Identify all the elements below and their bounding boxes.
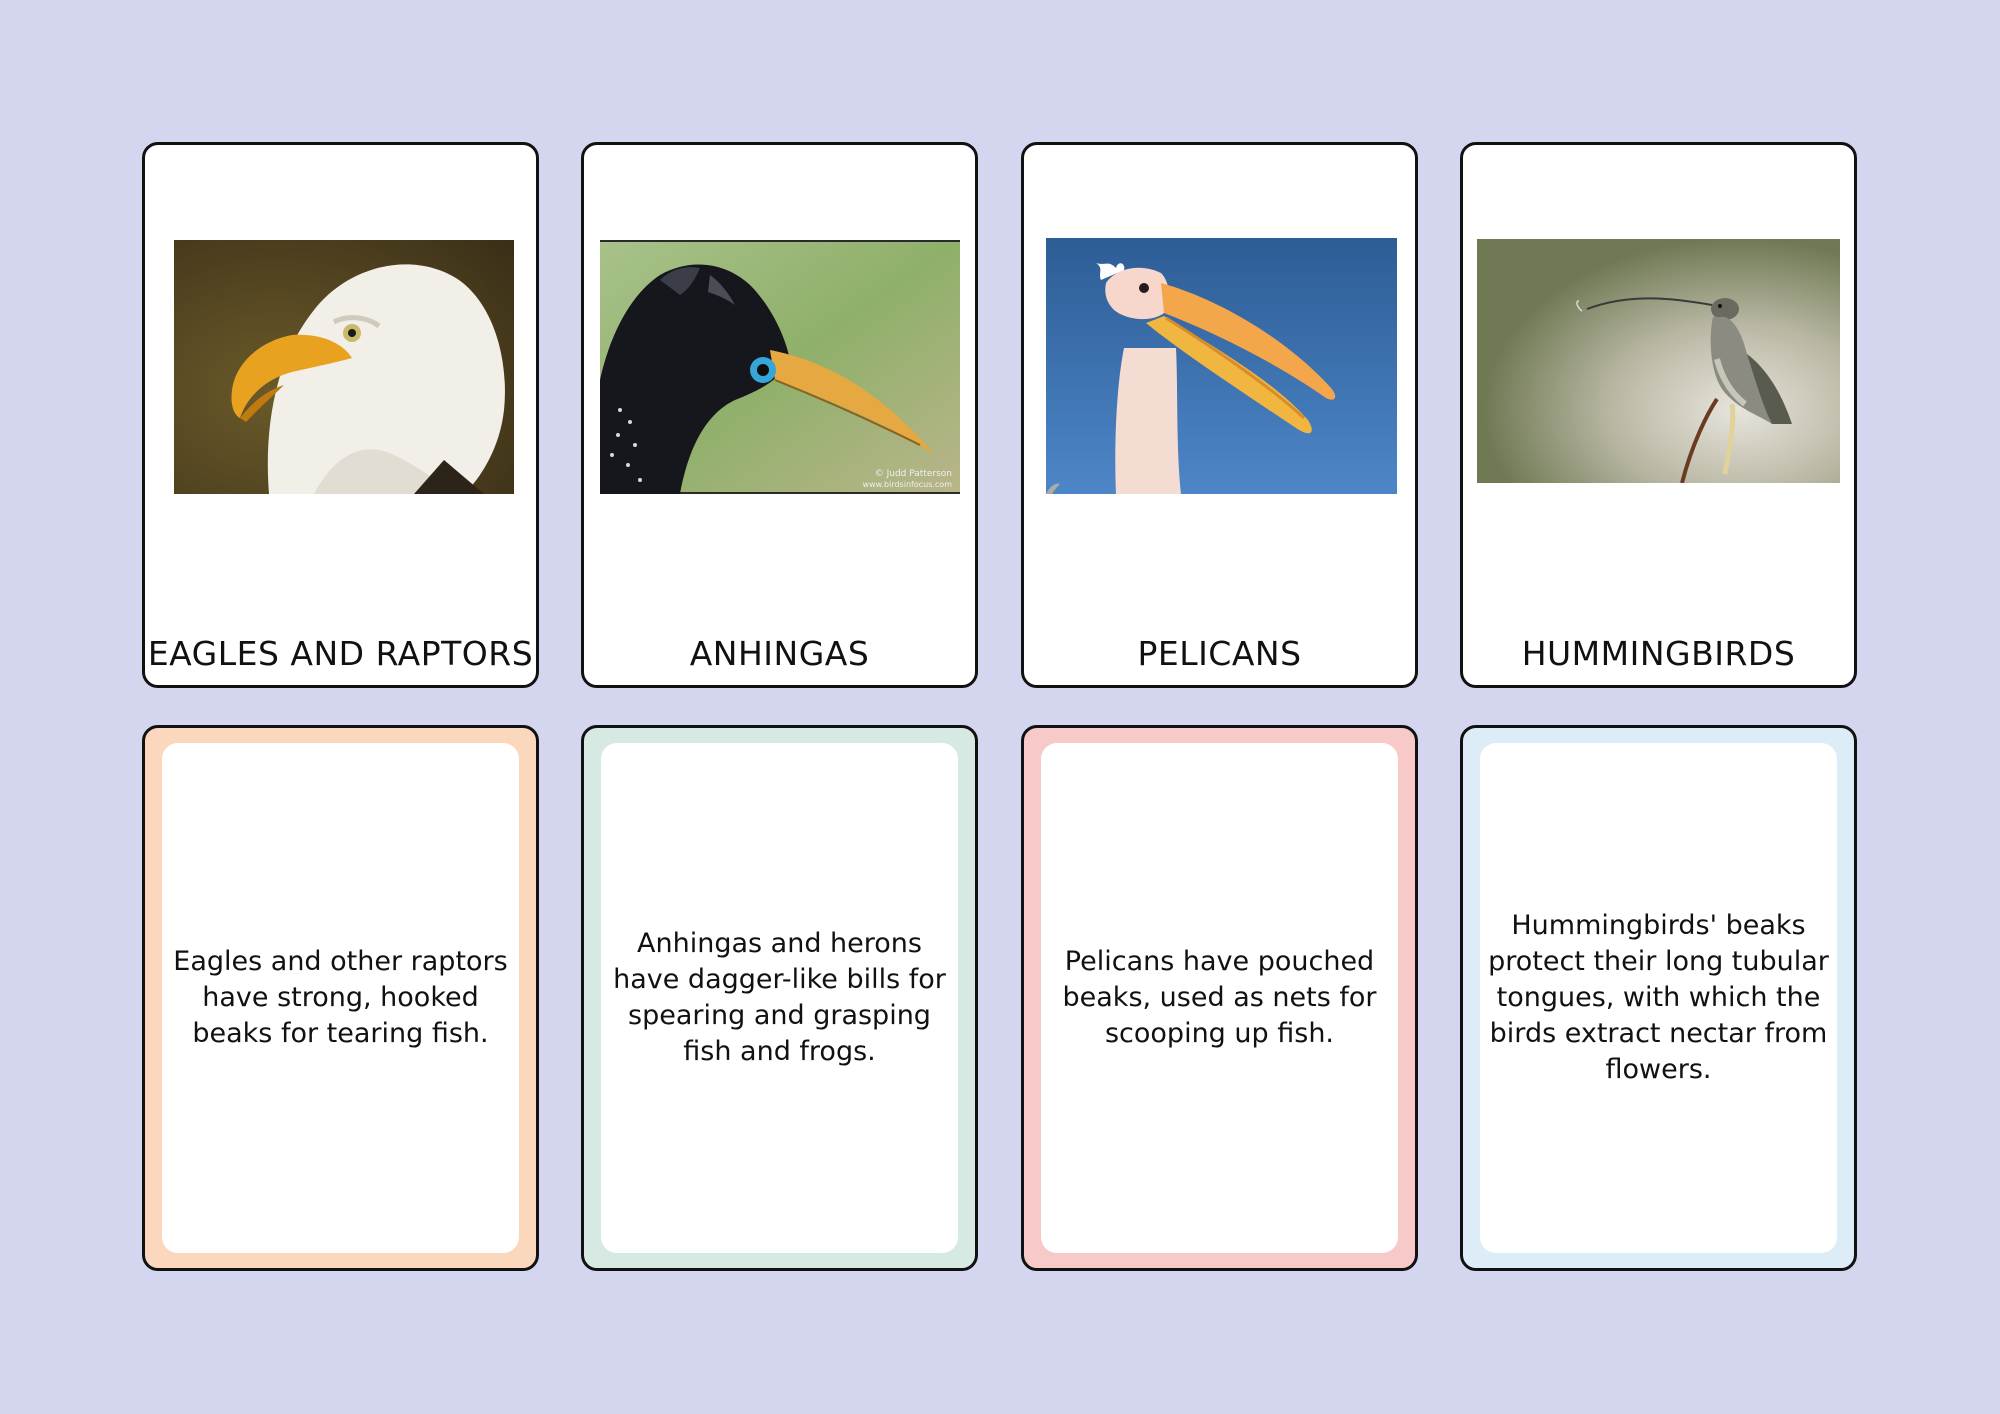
card-title: PELICANS xyxy=(1137,634,1302,673)
card-hummingbirds-photo: HUMMINGBIRDS xyxy=(1460,142,1857,688)
anhinga-photo: © Judd Patterson www.birdsinfocus.com xyxy=(600,240,960,494)
card-title: ANHINGAS xyxy=(689,634,870,673)
card-anhingas-description: Anhingas and herons have dagger-like bil… xyxy=(581,725,978,1271)
card-description: Pelicans have pouched beaks, used as net… xyxy=(1062,946,1377,1049)
card-description: Anhingas and herons have dagger-like bil… xyxy=(613,928,946,1067)
card-title: HUMMINGBIRDS xyxy=(1521,634,1796,673)
card-anhingas-photo: © Judd Patterson www.birdsinfocus.com AN… xyxy=(581,142,978,688)
card-eagles-photo: EAGLES AND RAPTORS xyxy=(142,142,539,688)
card-hummingbirds-description: Hummingbirds' beaks protect their long t… xyxy=(1460,725,1857,1271)
card-title: EAGLES AND RAPTORS xyxy=(147,634,534,673)
eagle-photo xyxy=(174,240,514,494)
hummingbird-photo xyxy=(1477,239,1840,483)
card-description: Eagles and other raptors have strong, ho… xyxy=(173,946,508,1049)
card-eagles-description: Eagles and other raptors have strong, ho… xyxy=(142,725,539,1271)
photo-watermark: © Judd Patterson xyxy=(875,469,952,479)
card-description: Hummingbirds' beaks protect their long t… xyxy=(1488,910,1829,1085)
card-pelicans-description: Pelicans have pouched beaks, used as net… xyxy=(1021,725,1418,1271)
svg-text:www.birdsinfocus.com: www.birdsinfocus.com xyxy=(863,480,953,489)
card-pelicans-photo: PELICANS xyxy=(1021,142,1418,688)
card-inner: Hummingbirds' beaks protect their long t… xyxy=(1480,743,1837,1253)
card-inner: Anhingas and herons have dagger-like bil… xyxy=(601,743,958,1253)
card-inner: Eagles and other raptors have strong, ho… xyxy=(162,743,519,1253)
card-inner: Pelicans have pouched beaks, used as net… xyxy=(1041,743,1398,1253)
pelican-photo xyxy=(1046,238,1397,494)
